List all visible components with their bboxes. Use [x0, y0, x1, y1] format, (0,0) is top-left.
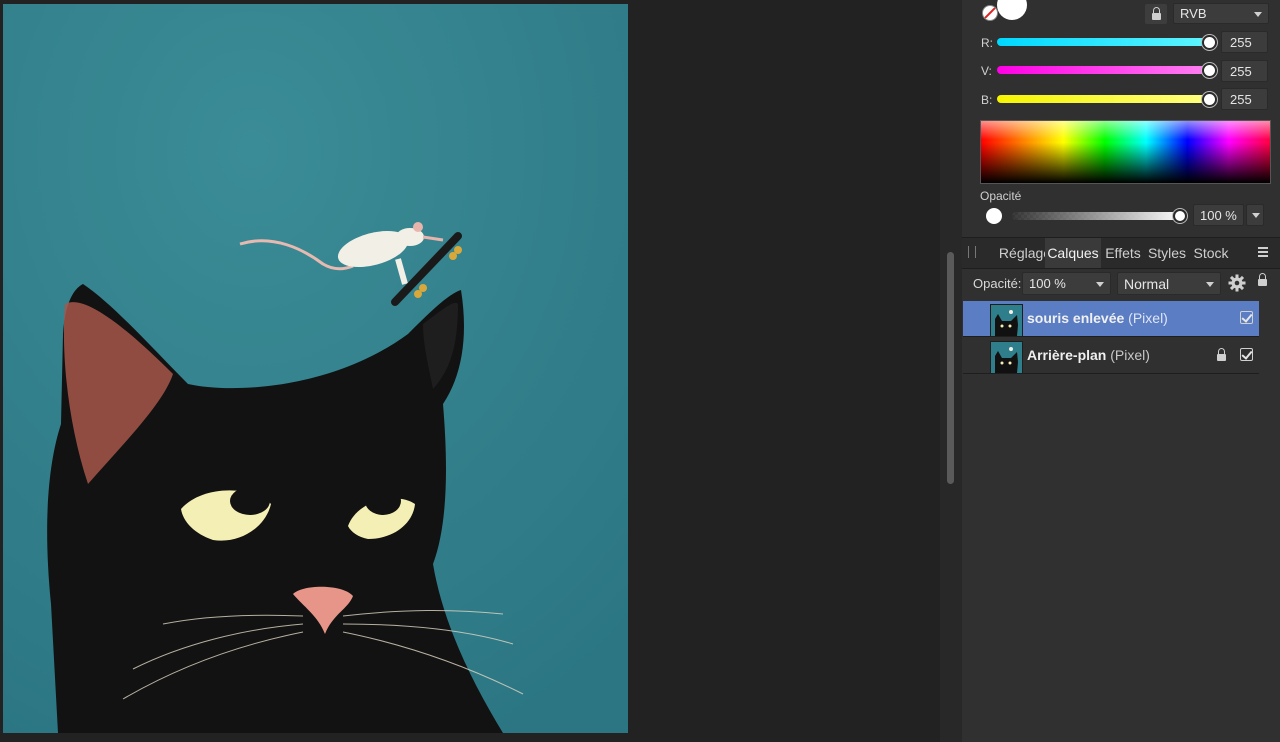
opacity-dropdown-button[interactable] [1246, 204, 1264, 226]
color-model-select[interactable]: RVB [1173, 3, 1269, 24]
opacity-value-field[interactable]: 100 % [1193, 204, 1244, 226]
no-fill-icon[interactable] [982, 5, 998, 21]
layer-label: Arrière-plan (Pixel) [1027, 347, 1150, 363]
layer-name: Arrière-plan [1027, 347, 1107, 363]
layer-opacity-label: Opacité: [973, 276, 1022, 291]
chevron-down-icon [1254, 11, 1262, 17]
layer-visibility-checkbox[interactable] [1240, 348, 1253, 361]
opacity-label: Opacité [980, 189, 1022, 203]
channel-label-r: R: [981, 36, 993, 50]
color-spectrum[interactable] [980, 120, 1271, 184]
scrollbar-thumb[interactable] [947, 252, 954, 484]
layer-name: souris enlevée [1027, 310, 1125, 326]
opacity-preview-swatch [986, 208, 1002, 224]
tab-calques[interactable]: Calques [1045, 238, 1101, 268]
value-field-r[interactable]: 255 [1221, 31, 1268, 53]
layer-thumbnail [990, 304, 1023, 337]
panel-tab-bar: Réglage Calques Effets Styles Stock [962, 237, 1280, 269]
layer-opacity-value: 100 % [1029, 276, 1066, 291]
fill-color-swatch[interactable] [997, 0, 1027, 20]
lock-icon [1151, 6, 1161, 20]
gear-icon[interactable] [1228, 274, 1246, 292]
chevron-down-icon [1096, 281, 1104, 287]
slider-track-r[interactable] [997, 38, 1209, 46]
slider-track-b[interactable] [997, 95, 1209, 103]
slider-knob-v[interactable] [1202, 63, 1217, 78]
slider-knob-b[interactable] [1202, 92, 1217, 107]
layer-opacity-select[interactable]: 100 % [1022, 272, 1111, 295]
artwork-image[interactable] [3, 4, 628, 733]
value-field-b[interactable]: 255 [1221, 88, 1268, 110]
layer-type: (Pixel) [1128, 310, 1168, 326]
slider-track-v[interactable] [997, 66, 1209, 74]
tab-stock[interactable]: Stock [1191, 238, 1231, 268]
opacity-slider-track[interactable] [1012, 212, 1184, 220]
layer-label: souris enlevée (Pixel) [1027, 310, 1168, 326]
right-panel: RVB R: 255 V: 255 B: 255 Opacité 100 % R… [962, 0, 1280, 742]
tab-effets[interactable]: Effets [1102, 238, 1144, 268]
panel-menu-icon[interactable] [1258, 247, 1272, 258]
layer-visibility-checkbox[interactable] [1240, 311, 1253, 324]
layer-row-arriere-plan[interactable]: Arrière-plan (Pixel) [963, 338, 1259, 374]
lock-icon [1257, 273, 1267, 286]
slider-knob-r[interactable] [1202, 35, 1217, 50]
layer-row-souris-enlevee[interactable]: souris enlevée (Pixel) [963, 301, 1259, 337]
layer-thumbnail [990, 341, 1023, 374]
tab-styles[interactable]: Styles [1146, 238, 1188, 268]
chevron-down-icon [1206, 281, 1214, 287]
drag-grip-icon[interactable] [968, 246, 976, 258]
channel-label-v: V: [981, 64, 992, 78]
layer-type: (Pixel) [1110, 347, 1150, 363]
lock-icon[interactable] [1217, 348, 1226, 361]
canvas-area[interactable] [0, 0, 940, 742]
lock-color-button[interactable] [1145, 4, 1167, 24]
blend-mode-select[interactable]: Normal [1117, 272, 1221, 295]
opacity-slider-knob[interactable] [1173, 209, 1187, 223]
channel-label-b: B: [981, 93, 993, 107]
blend-mode-value: Normal [1124, 275, 1170, 292]
cat-illustration [3, 4, 628, 733]
value-field-v[interactable]: 255 [1221, 60, 1268, 82]
chevron-down-icon [1252, 213, 1260, 218]
color-model-value: RVB [1180, 6, 1207, 21]
lock-layer-button[interactable] [1254, 273, 1270, 293]
